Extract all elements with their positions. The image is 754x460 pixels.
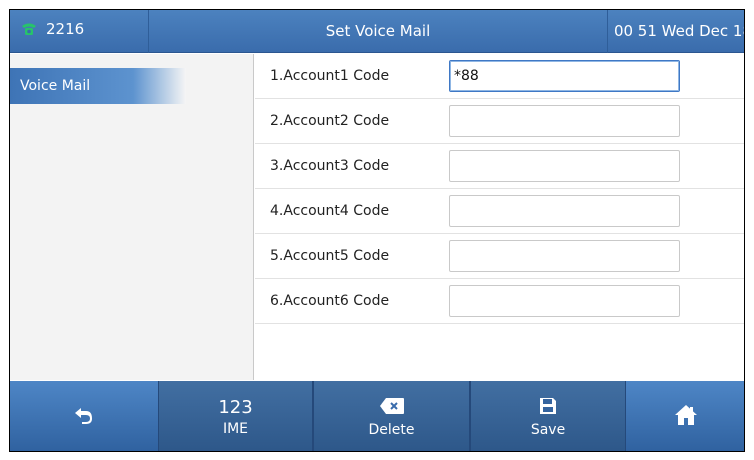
status-bar: 2216 Set Voice Mail 00 51 Wed Dec 18 [10, 10, 745, 53]
form-row: 5.Account5 Code [255, 234, 744, 279]
account5-code-input[interactable] [449, 240, 680, 272]
softkey-bar: 123 IME Delete Save [10, 381, 744, 451]
delete-button[interactable]: Delete [313, 381, 470, 451]
save-label: Save [530, 421, 566, 438]
back-arrow-icon [73, 405, 95, 429]
form-row: 1.Account1 Code [255, 54, 744, 99]
account1-code-input[interactable] [449, 60, 680, 92]
account1-label: 1.Account1 Code [270, 68, 390, 84]
ime-mode: 123 [218, 396, 253, 418]
date-time: 00 51 Wed Dec 18 [613, 22, 745, 40]
form-row: 4.Account4 Code [255, 189, 744, 234]
sidebar: Voice Mail [10, 54, 254, 380]
ime-button[interactable]: 123 IME [158, 381, 313, 451]
account2-label: 2.Account2 Code [270, 113, 390, 129]
account2-code-input[interactable] [449, 105, 680, 137]
header-divider [607, 10, 608, 53]
sidebar-item-voice-mail[interactable]: Voice Mail [10, 68, 186, 104]
home-button[interactable] [626, 381, 744, 451]
ime-label: IME [222, 420, 249, 437]
save-button[interactable]: Save [470, 381, 626, 451]
account4-code-input[interactable] [449, 195, 680, 227]
delete-label: Delete [368, 421, 415, 438]
account6-code-input[interactable] [449, 285, 680, 317]
back-button[interactable] [10, 381, 158, 451]
account3-label: 3.Account3 Code [270, 158, 390, 174]
account3-code-input[interactable] [449, 150, 680, 182]
account5-label: 5.Account5 Code [270, 248, 390, 264]
form-row: 2.Account2 Code [255, 99, 744, 144]
floppy-disk-icon [539, 397, 557, 419]
account4-label: 4.Account4 Code [270, 203, 390, 219]
sidebar-item-label: Voice Mail [20, 78, 91, 94]
backspace-icon [379, 397, 405, 419]
account6-label: 6.Account6 Code [270, 293, 390, 309]
account-code-form: 1.Account1 Code 2.Account2 Code 3.Accoun… [255, 54, 744, 380]
form-row: 3.Account3 Code [255, 144, 744, 189]
phone-screen: 2216 Set Voice Mail 00 51 Wed Dec 18 Voi… [9, 9, 745, 452]
home-icon [674, 404, 698, 430]
form-row: 6.Account6 Code [255, 279, 744, 324]
